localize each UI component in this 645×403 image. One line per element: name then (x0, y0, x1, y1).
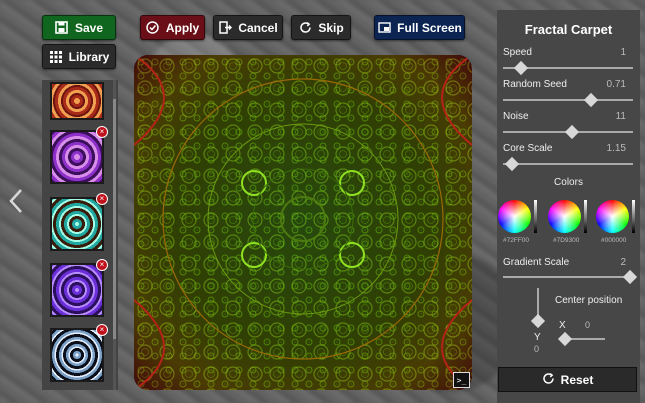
random-seed-label: Random Seed (503, 79, 567, 90)
fullscreen-icon (377, 21, 391, 35)
terminal-button[interactable]: >_ (453, 372, 470, 388)
slider-knob[interactable] (505, 156, 520, 172)
center-position-label: Center position (555, 295, 623, 306)
save-button[interactable]: Save (42, 15, 116, 40)
color-hex-3: #000000 (601, 237, 627, 244)
reset-button[interactable]: Reset (498, 367, 637, 392)
library-button[interactable]: Library (42, 44, 116, 69)
color-hex-2: #7D9300 (553, 237, 580, 244)
core-scale-slider[interactable] (503, 156, 633, 172)
color-hex-1: #72FF00 (503, 237, 530, 244)
save-icon (55, 21, 69, 35)
skip-button[interactable]: Skip (291, 15, 351, 40)
fullscreen-button[interactable]: Full Screen (374, 15, 465, 40)
color-wheel-1[interactable] (498, 200, 531, 233)
fractal-image (134, 55, 472, 390)
y-label: Y (534, 332, 541, 343)
brightness-bar-3[interactable] (632, 200, 635, 233)
slider-knob[interactable] (623, 269, 638, 285)
delete-thumbnail-icon[interactable]: × (96, 126, 108, 138)
refresh-icon (542, 372, 555, 388)
library-scroll-thumb[interactable] (113, 99, 116, 339)
brightness-bar-2[interactable] (584, 200, 587, 233)
color-wheel-2[interactable] (548, 200, 581, 233)
settings-panel: Fractal Carpet Speed 1 Random Seed 0.71 … (497, 10, 640, 403)
delete-thumbnail-icon[interactable]: × (96, 324, 108, 336)
speed-label: Speed (503, 47, 532, 58)
y-knob[interactable] (530, 313, 546, 329)
library-thumbnail[interactable]: × (50, 324, 108, 382)
slider-knob[interactable] (584, 92, 599, 108)
delete-thumbnail-icon[interactable]: × (96, 193, 108, 205)
refresh-icon (298, 21, 312, 35)
x-slider[interactable] (557, 331, 605, 347)
gradient-scale-slider[interactable] (503, 269, 638, 285)
noise-slider[interactable] (503, 124, 633, 140)
x-label: X (559, 320, 566, 331)
colors-heading: Colors (554, 177, 583, 188)
y-value: 0 (534, 344, 540, 354)
slider-knob[interactable] (564, 124, 579, 140)
check-circle-icon (146, 21, 160, 35)
delete-thumbnail-icon[interactable]: × (96, 259, 108, 271)
library-label: Library (68, 49, 110, 64)
apply-button[interactable]: Apply (140, 15, 205, 40)
skip-label: Skip (318, 20, 344, 35)
panel-title: Fractal Carpet (524, 22, 613, 37)
reset-label: Reset (560, 372, 594, 387)
apply-label: Apply (165, 20, 200, 35)
slider-knob[interactable] (514, 60, 529, 76)
core-scale-value: 1.15 (606, 143, 626, 154)
y-slider[interactable] (530, 288, 546, 329)
noise-value: 11 (615, 111, 626, 122)
library-sidebar[interactable]: × × × × (42, 80, 118, 390)
previous-arrow-icon[interactable] (8, 188, 24, 214)
cancel-button[interactable]: Cancel (213, 15, 283, 40)
x-value: 0 (585, 320, 591, 330)
speed-value: 1 (620, 47, 626, 58)
random-seed-value: 0.71 (606, 79, 626, 90)
fractal-canvas[interactable] (134, 55, 472, 390)
gradient-scale-value: 2 (620, 257, 626, 268)
library-thumbnail[interactable]: × (50, 193, 108, 251)
fullscreen-label: Full Screen (397, 20, 462, 35)
random-seed-slider[interactable] (503, 92, 633, 108)
library-thumbnail[interactable]: × (50, 259, 108, 317)
save-label: Save (74, 20, 104, 35)
speed-slider[interactable] (503, 60, 633, 76)
x-knob[interactable] (557, 331, 573, 347)
exit-door-icon (218, 21, 232, 35)
color-wheel-3[interactable] (596, 200, 629, 233)
noise-label: Noise (503, 111, 529, 122)
core-scale-label: Core Scale (503, 143, 553, 154)
grid-icon (49, 50, 63, 64)
library-thumbnail[interactable]: × (50, 126, 108, 184)
gradient-scale-label: Gradient Scale (503, 257, 570, 268)
cancel-label: Cancel (238, 20, 278, 35)
brightness-bar-1[interactable] (534, 200, 537, 233)
library-thumbnail[interactable] (50, 82, 104, 120)
